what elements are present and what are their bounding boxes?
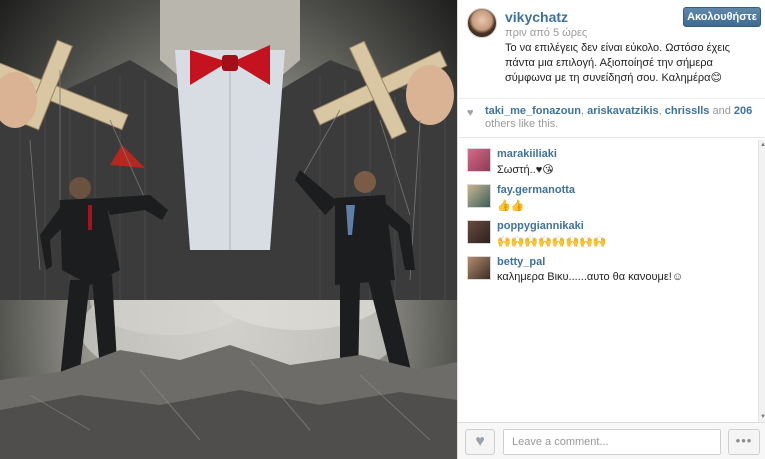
post-photo[interactable] [0,0,457,459]
post-timestamp[interactable]: πριν από 5 ώρες [505,27,587,39]
heart-icon: ♥ [467,107,474,119]
liker-link[interactable]: taki_me_fonazoun [485,105,581,117]
more-options-icon: ••• [735,433,753,448]
post-header: vikychatz πριν από 5 ώρες Ακολουθήστε Το… [458,0,765,98]
comment-item: betty_pal καλημερα Βικυ......αυτο θα καν… [458,252,758,290]
follow-button[interactable]: Ακολουθήστε [683,7,761,27]
post-caption: Το να επιλέγεις δεν είναι εύκολο. Ωστόσο… [505,42,730,84]
commenter-username[interactable]: betty_pal [497,256,545,268]
liker-link[interactable]: chrisslls [665,105,710,117]
commenter-avatar[interactable] [467,148,491,172]
heart-icon: ♥ [475,433,485,450]
liker-link[interactable]: ariskavatzikis [587,105,659,117]
commenter-username[interactable]: fay.germanotta [497,184,575,196]
commenter-avatar[interactable] [467,220,491,244]
author-username[interactable]: vikychatz [505,9,568,25]
comment-item: poppygiannikaki 🙌🙌🙌🙌🙌🙌🙌🙌 [458,216,758,254]
comments-scrollbar[interactable]: ▲ ▼ [758,140,765,422]
like-button[interactable]: ♥ [465,429,495,455]
likes-count[interactable]: 206 [734,105,752,117]
puppet-illustration [0,0,457,459]
commenter-username[interactable]: marakiiliaki [497,148,557,160]
scroll-up-icon[interactable]: ▲ [760,142,765,148]
likes-summary: ♥ taki_me_fonazoun, ariskavatzikis, chri… [458,98,765,138]
author-avatar[interactable] [467,8,497,38]
comment-input[interactable] [503,429,721,455]
comment-text: 🙌🙌🙌🙌🙌🙌🙌🙌 [497,236,607,248]
comment-bar: ♥ ••• [458,422,765,459]
comment-text: 👍👍 [497,200,525,212]
commenter-avatar[interactable] [467,256,491,280]
comments-list: marakiiliaki Σωστή..♥😘 fay.germanotta 👍👍… [458,140,758,422]
post-details-panel: vikychatz πριν από 5 ώρες Ακολουθήστε Το… [457,0,765,459]
likes-text: taki_me_fonazoun, ariskavatzikis, chriss… [485,105,753,130]
commenter-avatar[interactable] [467,184,491,208]
commenter-username[interactable]: poppygiannikaki [497,220,584,232]
comment-item: fay.germanotta 👍👍 [458,180,758,218]
comment-text: καλημερα Βικυ......αυτο θα κανουμε!☺ [497,271,684,283]
more-options-button[interactable]: ••• [728,429,760,455]
scroll-down-icon[interactable]: ▼ [760,414,765,420]
comment-text: Σωστή..♥😘 [497,164,554,176]
comment-item: marakiiliaki Σωστή..♥😘 [458,144,758,182]
